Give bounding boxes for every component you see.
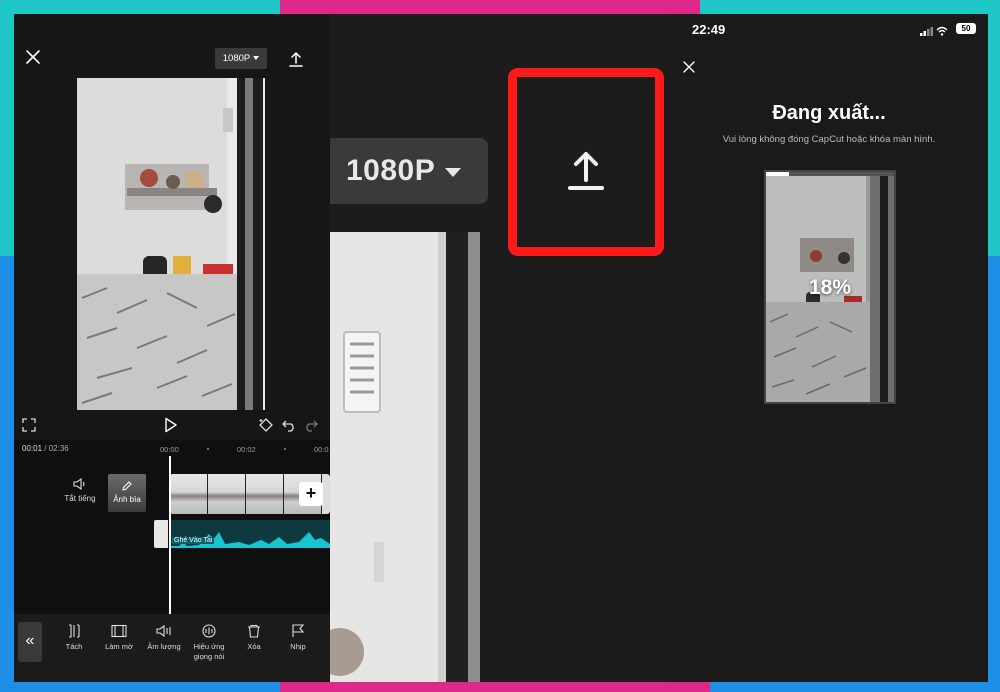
cover-button[interactable]: Ảnh bìa [108,474,146,512]
bottom-toolbar: « Tách Làm mờ Âm lượng Hiệu ứng giọng nó… [14,614,330,682]
current-time: 00:01 [22,444,43,453]
tool-split[interactable]: Tách [50,624,98,652]
decorative-frame-right [986,0,1000,692]
resolution-label: 1080P [222,53,251,64]
decorative-frame-bottom [0,682,1000,692]
caret-down-icon [445,167,462,177]
tool-volume[interactable]: Âm lượng [140,624,188,652]
playhead[interactable] [169,456,171,616]
status-bar: 22:49 50 [670,14,988,44]
export-subtitle: Vui lòng không đóng CapCut hoặc khóa màn… [722,134,936,145]
export-preview-thumbnail: 18% [764,170,896,404]
add-clip-button[interactable]: + [299,482,323,506]
decorative-frame-left [0,0,14,692]
split-icon [69,624,80,638]
ruler-label: 00:02 [237,445,256,454]
mute-label: Tắt tiếng [64,494,96,503]
ruler-dot [207,448,209,450]
editor-panel: 1080P 00:01 / 02:36 00:00 00:02 00:0 Tắt… [14,14,330,682]
tool-beat[interactable]: Nhịp [274,624,322,652]
resolution-dropdown-zoomed[interactable]: 1080P [330,138,488,204]
ruler-label: 00:00 [160,445,179,454]
resolution-dropdown[interactable]: 1080P [215,48,267,69]
audio-track[interactable]: Ghé Vào Tai [169,520,330,548]
delete-icon [248,624,260,638]
preview-frame-image [77,78,265,410]
decorative-frame-top [0,0,1000,14]
voice-effect-icon [202,624,216,638]
clip-thumbnail [170,474,208,514]
beat-flag-icon [292,624,305,637]
speaker-icon [73,478,85,490]
cover-label: Ảnh bìa [113,495,141,504]
tool-delete[interactable]: Xóa [230,624,278,652]
zoomed-preview-image [330,232,480,682]
mute-button[interactable]: Tắt tiếng [58,478,102,503]
volume-icon [156,624,171,638]
close-icon[interactable] [24,48,42,66]
tool-label: Nhịp [290,642,306,651]
pencil-icon [122,481,132,491]
battery-indicator: 50 [956,23,976,34]
audio-track-name: Ghé Vào Tai [172,537,215,544]
total-time: / 02:36 [42,444,69,453]
exporting-panel: 22:49 50 Đang xuất... Vui lòng không đón… [670,14,988,682]
export-progress-track [766,172,894,176]
tool-blur[interactable]: Làm mờ [95,624,143,652]
signal-wifi-icon [920,26,948,36]
ruler-label: 00:0 [314,445,329,454]
timeline[interactable]: 00:01 / 02:36 00:00 00:02 00:0 Tắt tiếng… [14,440,330,616]
tool-label: Xóa [247,642,261,651]
clip-thumbnail [246,474,284,514]
clip-thumbnail [208,474,246,514]
audio-trim-handle[interactable] [154,520,168,548]
zoomed-detail-panel: 1080P [330,14,670,682]
tool-label: Làm mờ [105,642,133,651]
time-readout: 00:01 / 02:36 [22,444,69,453]
close-icon[interactable] [682,60,696,74]
export-title: Đang xuất... [772,102,886,124]
export-icon[interactable] [287,50,305,68]
resolution-label: 1080P [346,154,436,187]
video-preview [77,78,265,410]
export-percent: 18% [808,276,852,299]
blur-icon [111,624,127,638]
export-progress-fill [766,172,790,176]
tool-label: Tách [65,642,83,651]
fullscreen-icon[interactable] [22,418,36,432]
play-icon[interactable] [164,417,178,433]
ruler-dot [284,448,286,450]
caret-down-icon [253,56,260,61]
playback-controls [14,414,330,438]
tool-voice-effect[interactable]: Hiệu ứng giọng nói [185,624,233,662]
tool-label: Hiệu ứng giọng nói [193,642,225,661]
undo-icon[interactable] [282,418,296,432]
redo-icon[interactable] [304,418,318,432]
status-clock: 22:49 [692,22,726,37]
collapse-toolbar-button[interactable]: « [18,622,42,662]
keyframe-icon[interactable] [258,417,274,433]
tool-label: Âm lượng [147,642,181,651]
export-icon[interactable] [564,144,608,194]
